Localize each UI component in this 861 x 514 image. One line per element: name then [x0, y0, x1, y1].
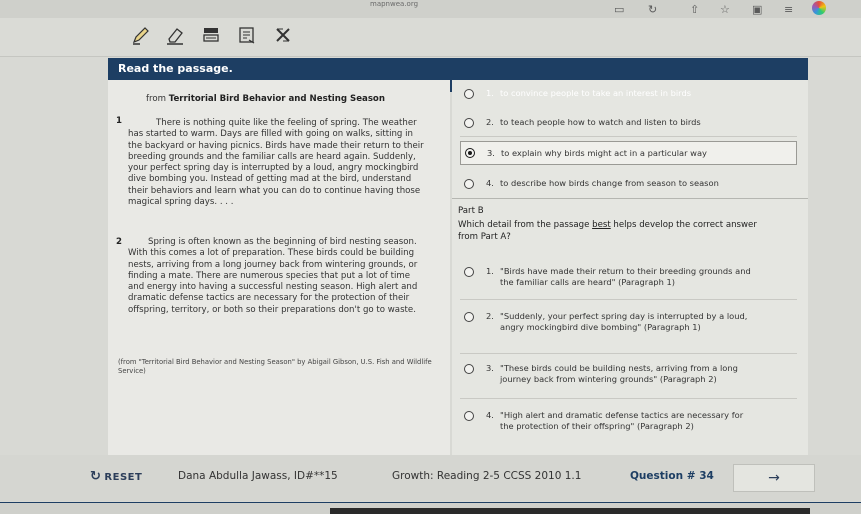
part-b-label: Part B: [458, 206, 484, 216]
radio-button[interactable]: [464, 312, 474, 322]
question-panel: 1. to convince people to take an interes…: [452, 80, 808, 455]
part-divider: [452, 198, 808, 199]
passage-line: dramatic defense tactics are necessary f…: [128, 293, 410, 304]
passage-line: nests, arriving from a long journey back…: [128, 259, 418, 270]
reset-button[interactable]: ↻ RESET: [90, 469, 142, 484]
radio-button[interactable]: [464, 411, 474, 421]
passage-credit: (from "Territorial Bird Behavior and Nes…: [118, 358, 432, 375]
star-icon[interactable]: ☆: [720, 3, 730, 16]
passage-line: their behaviors and learn what you can d…: [128, 185, 421, 196]
passage-line: finding a mate. There are numerous speci…: [128, 270, 411, 281]
highlighter-icon[interactable]: [200, 24, 222, 46]
menu-icon[interactable]: ≡: [784, 3, 793, 16]
passage-line: and energy into having a successful nest…: [128, 282, 418, 293]
passage-panel: from Territorial Bird Behavior and Nesti…: [108, 80, 450, 455]
tab-icon[interactable]: ▭: [614, 3, 624, 16]
option-divider: [460, 398, 797, 399]
next-button[interactable]: →: [733, 464, 815, 492]
student-name: Dana Abdulla Jawass, ID#**15: [178, 470, 338, 482]
radio-button[interactable]: [464, 89, 474, 99]
pencil-icon[interactable]: [130, 24, 152, 46]
part-a-option-3[interactable]: 3. to explain why birds might act in a p…: [460, 141, 797, 165]
share-icon[interactable]: ⇧: [690, 3, 699, 16]
radio-button[interactable]: [464, 118, 474, 128]
passage-line: There is nothing quite like the feeling …: [156, 118, 417, 128]
radio-button-selected[interactable]: [465, 148, 475, 158]
passage-source: from Territorial Bird Behavior and Nesti…: [146, 94, 385, 104]
test-name: Growth: Reading 2-5 CCSS 2010 1.1: [392, 470, 582, 482]
radio-button[interactable]: [464, 364, 474, 374]
paragraph-2: Spring is often known as the beginning o…: [128, 237, 417, 316]
passage-header: Read the passage.: [108, 58, 808, 80]
bottom-screen-edge: [330, 508, 810, 514]
part-b-question-line2: from Part A?: [458, 232, 511, 242]
test-screen: mapnwea.org ▭ ↻ ⇧ ☆ ▣ ≡ Read the passage…: [0, 0, 861, 514]
notepad-icon[interactable]: [236, 24, 258, 46]
radio-button[interactable]: [464, 179, 474, 189]
passage-line: your perfect spring day is interrupted b…: [128, 163, 419, 174]
passage-instruction: Read the passage.: [118, 62, 233, 75]
passage-line: offspring, territory, or both so their p…: [128, 304, 416, 315]
paragraph-number: 1: [116, 116, 122, 126]
eraser-icon[interactable]: [164, 24, 186, 46]
passage-line: magical spring days. . . .: [128, 197, 234, 208]
passage-line: the backyard or having picnics. Birds ha…: [128, 140, 424, 151]
option-divider: [460, 136, 797, 137]
part-b-question: Which detail from the passage best helps…: [458, 220, 757, 230]
test-toolbar: [0, 18, 861, 57]
radio-button[interactable]: [464, 267, 474, 277]
browser-bar: mapnwea.org ▭ ↻ ⇧ ☆ ▣ ≡: [0, 0, 861, 18]
passage-line: has started to warm. Days are filled wit…: [128, 129, 413, 140]
url-text[interactable]: mapnwea.org: [370, 0, 418, 8]
passage-line: Spring is often known as the beginning o…: [148, 237, 417, 247]
tabs-count-icon[interactable]: ▣: [752, 3, 762, 16]
test-footer: ↻ RESET Dana Abdulla Jawass, ID#**15 Grow…: [0, 455, 861, 501]
answer-eliminator-icon[interactable]: [272, 24, 294, 46]
arrow-right-icon: →: [768, 470, 780, 486]
paragraph-number: 2: [116, 237, 122, 247]
option-divider: [460, 353, 797, 354]
passage-title: Territorial Bird Behavior and Nesting Se…: [168, 94, 385, 104]
passage-line: With this comes a lot of preparation. Th…: [128, 248, 415, 259]
reset-icon: ↻: [90, 469, 102, 484]
profile-icon[interactable]: [812, 1, 826, 15]
question-number: Question # 34: [630, 470, 714, 482]
paragraph-1: There is nothing quite like the feeling …: [128, 118, 424, 208]
option-divider: [460, 299, 797, 300]
passage-line: breeding grounds and the familiar calls …: [128, 151, 416, 162]
passage-line: dive bombing you. Instead of getting mad…: [128, 174, 412, 185]
refresh-icon[interactable]: ↻: [648, 3, 657, 16]
